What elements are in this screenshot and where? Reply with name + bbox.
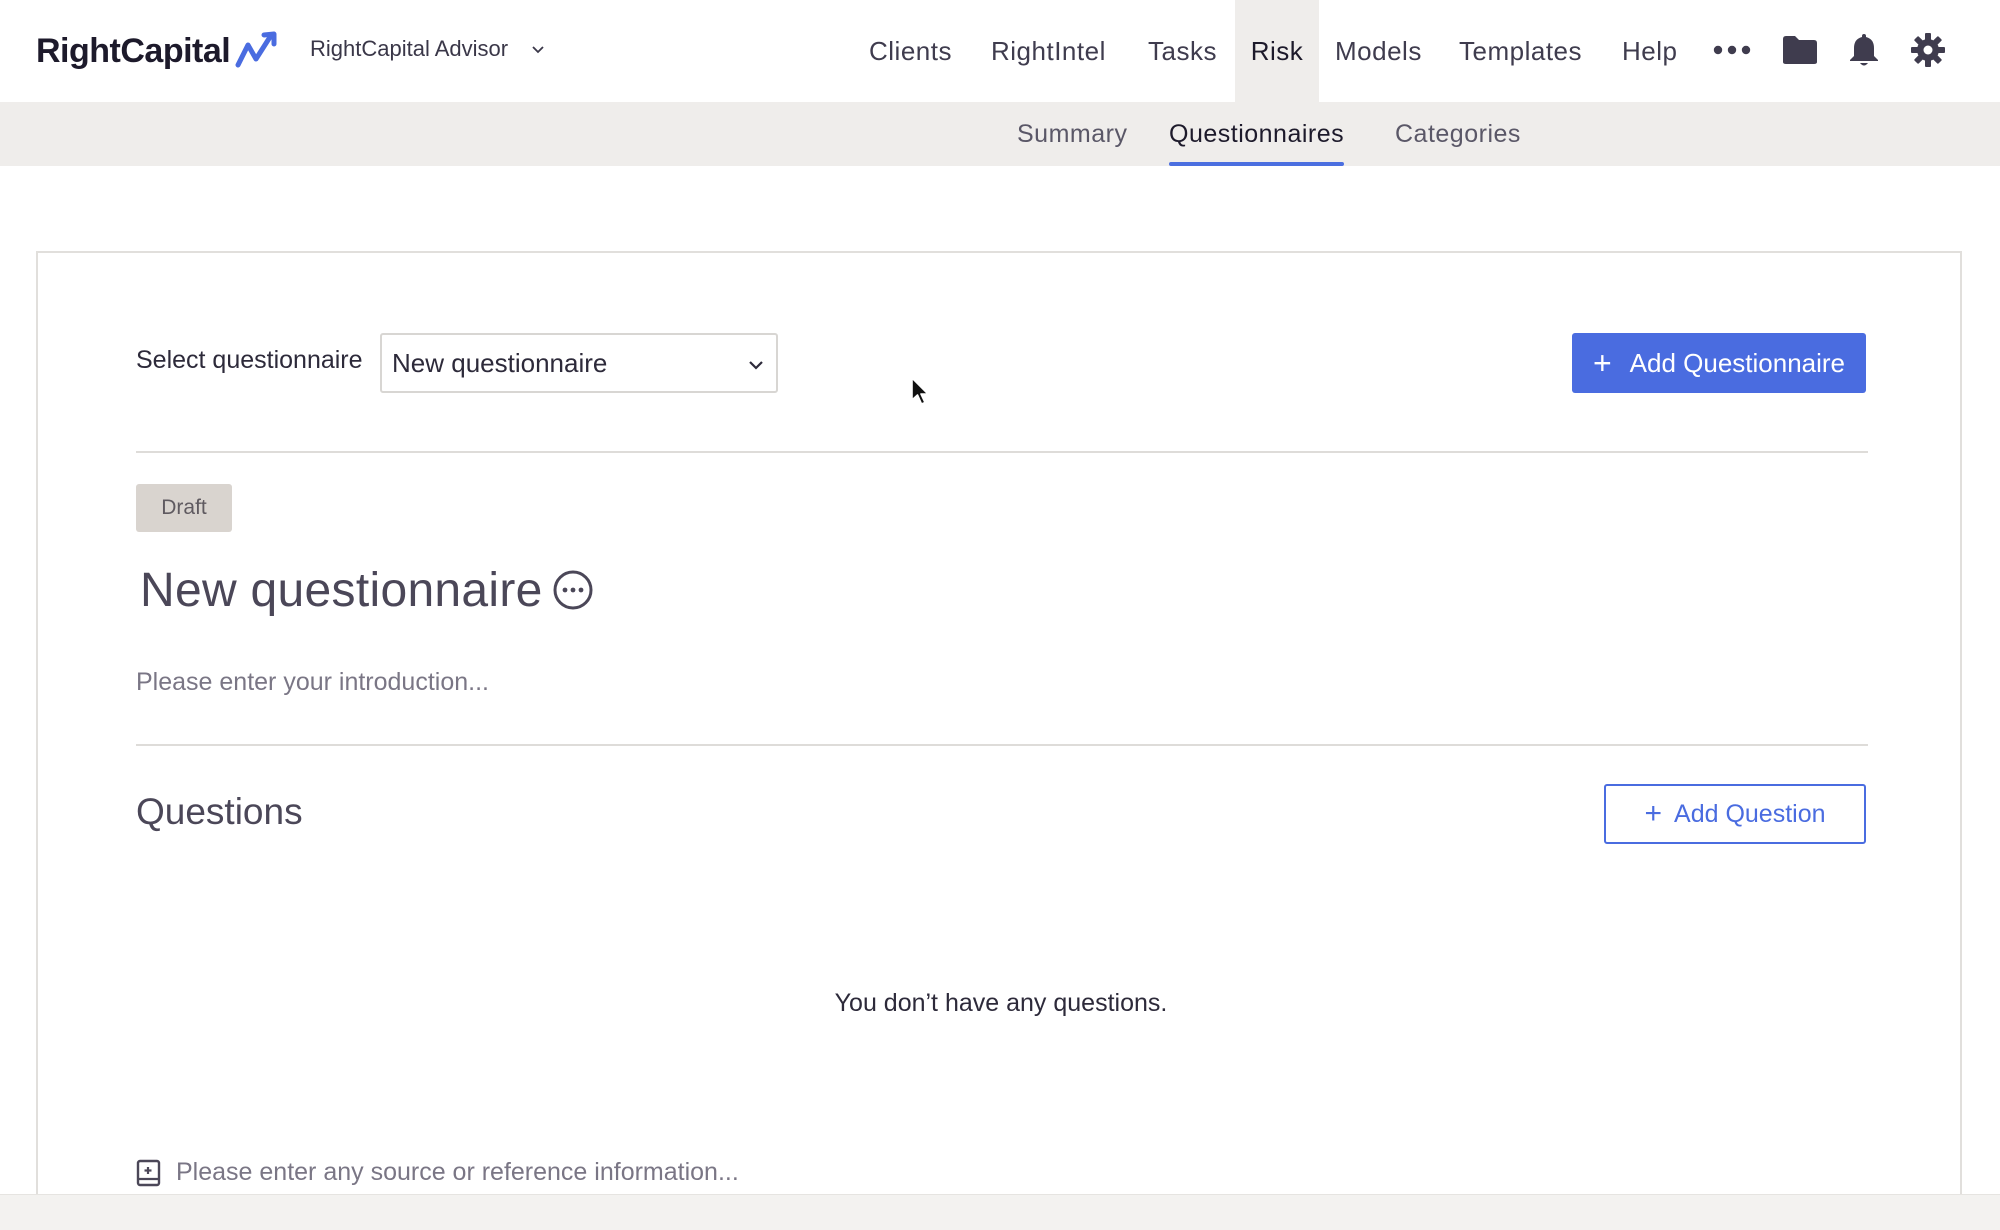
chevron-down-icon: [532, 46, 544, 54]
notifications-button[interactable]: [1842, 28, 1886, 72]
source-reference-input[interactable]: Please enter any source or reference inf…: [136, 1158, 739, 1187]
mouse-cursor-icon: [911, 377, 929, 405]
nav-models-label: Models: [1335, 35, 1422, 66]
logo-text: RightCapital: [36, 31, 231, 70]
add-questionnaire-label: Add Questionnaire: [1629, 347, 1846, 378]
settings-button[interactable]: [1906, 28, 1950, 72]
more-horizontal-icon: [1713, 45, 1751, 55]
nav-help[interactable]: Help: [1622, 0, 1677, 102]
plus-icon: +: [1644, 797, 1663, 830]
bell-icon: [1850, 34, 1878, 66]
subnav-questionnaires-label: Questionnaires: [1169, 119, 1345, 148]
top-navigation-bar: RightCapital RightCapital Advisor Client…: [0, 0, 2000, 102]
header-divider: [136, 451, 1868, 453]
gear-icon: [1911, 33, 1945, 67]
nav-tasks[interactable]: Tasks: [1148, 0, 1217, 102]
plus-icon: +: [1592, 345, 1612, 381]
book-icon: [136, 1159, 161, 1186]
nav-risk[interactable]: Risk: [1235, 0, 1319, 102]
add-question-label: Add Question: [1674, 799, 1826, 828]
folder-icon: [1783, 36, 1817, 64]
nav-templates-label: Templates: [1459, 35, 1582, 66]
subnav-summary[interactable]: Summary: [1017, 102, 1127, 166]
nav-models[interactable]: Models: [1335, 0, 1422, 102]
intro-divider: [136, 744, 1868, 746]
subnav-categories-label: Categories: [1395, 119, 1521, 148]
nav-help-label: Help: [1622, 35, 1678, 66]
bottom-bar: [0, 1194, 2000, 1230]
files-button[interactable]: [1778, 28, 1822, 72]
empty-questions-message: You don’t have any questions.: [834, 989, 1168, 1017]
add-questionnaire-button[interactable]: + Add Questionnaire: [1572, 333, 1866, 393]
logo-arrow-icon: [235, 31, 277, 68]
chevron-down-icon: [749, 361, 763, 370]
selected-questionnaire-value: New questionnaire: [392, 347, 608, 378]
questionnaire-card: Select questionnaire New questionnaire +…: [36, 251, 1962, 1230]
nav-rightintel-label: RightIntel: [991, 35, 1106, 66]
more-menu-button[interactable]: [1710, 28, 1754, 72]
rightcapital-logo[interactable]: RightCapital: [36, 28, 280, 74]
select-questionnaire-label: Select questionnaire: [136, 346, 363, 374]
subnav-summary-label: Summary: [1017, 119, 1128, 148]
nav-tasks-label: Tasks: [1148, 35, 1217, 66]
nav-clients-label: Clients: [869, 35, 952, 66]
source-placeholder: Please enter any source or reference inf…: [176, 1158, 739, 1186]
nav-risk-label: Risk: [1250, 35, 1304, 66]
risk-subnav: Summary Questionnaires Categories: [0, 102, 2000, 166]
questionnaire-title[interactable]: New questionnaire: [140, 563, 543, 618]
nav-clients[interactable]: Clients: [869, 0, 952, 102]
subnav-categories[interactable]: Categories: [1395, 102, 1521, 166]
questions-heading: Questions: [136, 791, 303, 832]
subnav-questionnaires[interactable]: Questionnaires: [1169, 102, 1345, 166]
nav-templates[interactable]: Templates: [1459, 0, 1582, 102]
nav-rightintel[interactable]: RightIntel: [991, 0, 1106, 102]
more-options-icon[interactable]: [552, 569, 594, 611]
advisor-name: RightCapital Advisor: [310, 36, 509, 61]
add-question-button[interactable]: + Add Question: [1604, 784, 1866, 844]
advisor-switcher[interactable]: RightCapital Advisor: [310, 36, 546, 62]
questionnaire-select[interactable]: New questionnaire: [380, 333, 778, 393]
status-badge: Draft: [136, 484, 232, 532]
introduction-input[interactable]: Please enter your introduction...: [136, 668, 489, 697]
